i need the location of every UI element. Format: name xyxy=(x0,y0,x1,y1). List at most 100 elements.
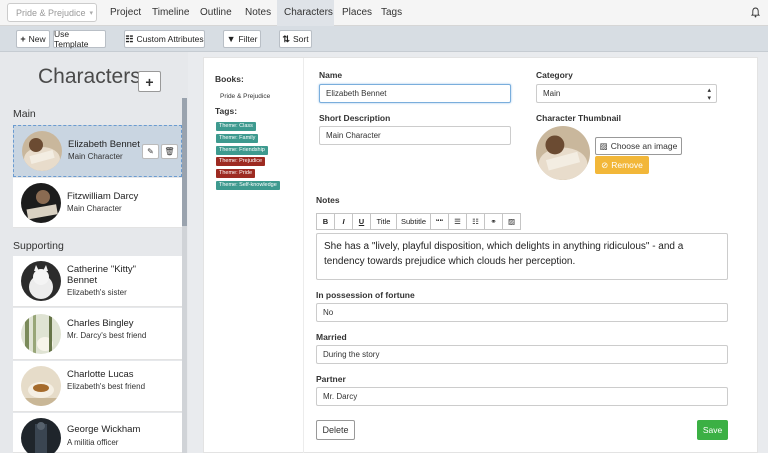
bell-icon[interactable] xyxy=(751,7,760,18)
bold-button[interactable]: B xyxy=(316,213,335,230)
delete-button[interactable]: Delete xyxy=(316,420,355,440)
select-arrows-icon: ▴ ▾ xyxy=(707,87,711,102)
remove-image-button[interactable]: ⊘ Remove xyxy=(595,156,649,174)
short-description-label: Short Description xyxy=(319,113,391,123)
unordered-list-button[interactable]: ☷ xyxy=(466,213,485,230)
tag-theme-class[interactable]: Theme: Class xyxy=(216,122,256,131)
series-select[interactable]: Pride & Prejudice ▾ xyxy=(7,3,97,22)
page-title: Characters xyxy=(38,65,141,88)
trash-icon: 🗑 xyxy=(164,147,175,156)
tag-theme-family[interactable]: Theme: Family xyxy=(216,134,259,143)
toolbar: + New Use Template ☷ Custom Attributes ▼… xyxy=(0,26,768,52)
partner-label: Partner xyxy=(316,374,346,384)
character-name: Fitzwilliam Darcy xyxy=(67,191,139,202)
book-item[interactable]: Pride & Prejudice xyxy=(220,93,270,100)
nav-timeline[interactable]: Timeline xyxy=(146,0,193,26)
married-label: Married xyxy=(316,332,347,342)
sort-icon: ⇅ xyxy=(282,33,290,44)
tag-theme-prejudice[interactable]: Theme: Prejudice xyxy=(216,157,266,166)
notes-toolbar: B I U Title Subtitle ““ ☰ ☷ ⚭ ▨ xyxy=(316,213,521,230)
image-button[interactable]: ▨ xyxy=(502,213,521,230)
link-button[interactable]: ⚭ xyxy=(484,213,503,230)
avatar xyxy=(21,418,61,453)
thumbnail-label: Character Thumbnail xyxy=(536,113,622,123)
married-input[interactable]: During the story xyxy=(316,345,728,364)
nav-outline[interactable]: Outline xyxy=(195,0,237,26)
new-button[interactable]: + New xyxy=(16,30,50,48)
italic-button[interactable]: I xyxy=(334,213,353,230)
tag-theme-self-knowledge[interactable]: Theme: Self-knowledge xyxy=(216,181,280,190)
link-icon: ⚭ xyxy=(490,217,497,226)
use-template-button[interactable]: Use Template xyxy=(53,29,106,49)
character-card-elizabeth[interactable]: Elizabeth Bennet Main Character ✎ 🗑 xyxy=(13,125,182,177)
top-nav: Pride & Prejudice ▾ Project Timeline Out… xyxy=(0,0,768,26)
character-name: Charles Bingley xyxy=(67,318,134,329)
add-character-button[interactable]: + xyxy=(138,71,161,92)
scrollbar-thumb[interactable] xyxy=(182,98,187,226)
avatar xyxy=(21,314,61,354)
character-editor: Books: Pride & Prejudice Tags: Theme: Cl… xyxy=(203,57,758,453)
sort-button[interactable]: ⇅ Sort xyxy=(279,30,312,48)
new-label: New xyxy=(28,34,46,44)
books-tags-column: Books: Pride & Prejudice Tags: Theme: Cl… xyxy=(204,58,304,453)
character-card-darcy[interactable]: Fitzwilliam Darcy Main Character xyxy=(13,178,182,228)
ordered-list-icon: ☰ xyxy=(454,217,461,226)
character-list-panel: Characters + Main Elizabeth Bennet Main … xyxy=(0,52,188,453)
edit-button[interactable]: ✎ xyxy=(142,144,159,159)
notes-label: Notes xyxy=(316,195,340,205)
character-description: Main Character xyxy=(68,152,123,161)
section-label-supporting: Supporting xyxy=(13,240,64,252)
name-label: Name xyxy=(319,70,343,80)
fortune-label: In possession of fortune xyxy=(316,290,415,300)
character-description: A militia officer xyxy=(67,438,119,447)
character-card-charlotte[interactable]: Charlotte Lucas Elizabeth's best friend xyxy=(13,361,182,412)
edit-icon: ✎ xyxy=(147,147,154,156)
plus-icon: + xyxy=(20,34,26,44)
nav-notes[interactable]: Notes xyxy=(240,0,276,26)
books-label: Books: xyxy=(215,74,244,84)
choose-image-button[interactable]: ▨ Choose an image xyxy=(595,137,682,155)
ban-icon: ⊘ xyxy=(601,159,609,170)
avatar xyxy=(21,183,61,223)
tag-theme-friendship[interactable]: Theme: Friendship xyxy=(216,146,268,155)
character-description: Elizabeth's sister xyxy=(67,288,127,297)
nav-project[interactable]: Project xyxy=(103,0,145,26)
nav-characters[interactable]: Characters xyxy=(277,0,334,26)
fortune-input[interactable]: No xyxy=(316,303,728,322)
character-card-wickham[interactable]: George Wickham A militia officer xyxy=(13,413,182,453)
tag-theme-pride[interactable]: Theme: Pride xyxy=(216,169,256,178)
chevron-down-icon: ▾ xyxy=(89,9,94,17)
filter-icon: ▼ xyxy=(226,34,236,44)
save-button[interactable]: Save xyxy=(697,420,728,440)
custom-attributes-button[interactable]: ☷ Custom Attributes xyxy=(124,30,205,48)
category-value: Main xyxy=(543,89,561,98)
quote-button[interactable]: ““ xyxy=(430,213,449,230)
image-icon: ▨ xyxy=(599,140,608,151)
underline-button[interactable]: U xyxy=(352,213,371,230)
quote-icon: ““ xyxy=(435,217,444,226)
nav-tags[interactable]: Tags xyxy=(376,0,408,26)
character-description: Mr. Darcy's best friend xyxy=(67,331,147,340)
custom-attributes-label: Custom Attributes xyxy=(136,34,204,44)
choose-image-label: Choose an image xyxy=(610,141,678,151)
filter-button[interactable]: ▼ Filter xyxy=(223,30,261,48)
unordered-list-icon: ☷ xyxy=(472,217,479,226)
avatar xyxy=(21,261,61,301)
ordered-list-button[interactable]: ☰ xyxy=(448,213,467,230)
category-select[interactable]: Main ▴ ▾ xyxy=(536,84,717,103)
name-input[interactable]: Elizabeth Bennet xyxy=(319,84,511,103)
delete-character-button[interactable]: 🗑 xyxy=(161,144,178,159)
avatar xyxy=(22,131,62,171)
character-name: Charlotte Lucas xyxy=(67,369,134,380)
short-description-input[interactable]: Main Character xyxy=(319,126,511,145)
nav-places[interactable]: Places xyxy=(336,0,376,26)
character-card-bingley[interactable]: Charles Bingley Mr. Darcy's best friend xyxy=(13,308,182,360)
character-card-kitty[interactable]: Catherine "Kitty" Bennet Elizabeth's sis… xyxy=(13,256,182,307)
notes-editor[interactable]: She has a "lively, playful disposition, … xyxy=(316,233,728,280)
partner-input[interactable]: Mr. Darcy xyxy=(316,387,728,406)
title-button[interactable]: Title xyxy=(370,213,397,230)
sort-label: Sort xyxy=(292,34,309,44)
character-name: George Wickham xyxy=(67,424,141,435)
section-label-main: Main xyxy=(13,108,36,120)
subtitle-button[interactable]: Subtitle xyxy=(396,213,431,230)
